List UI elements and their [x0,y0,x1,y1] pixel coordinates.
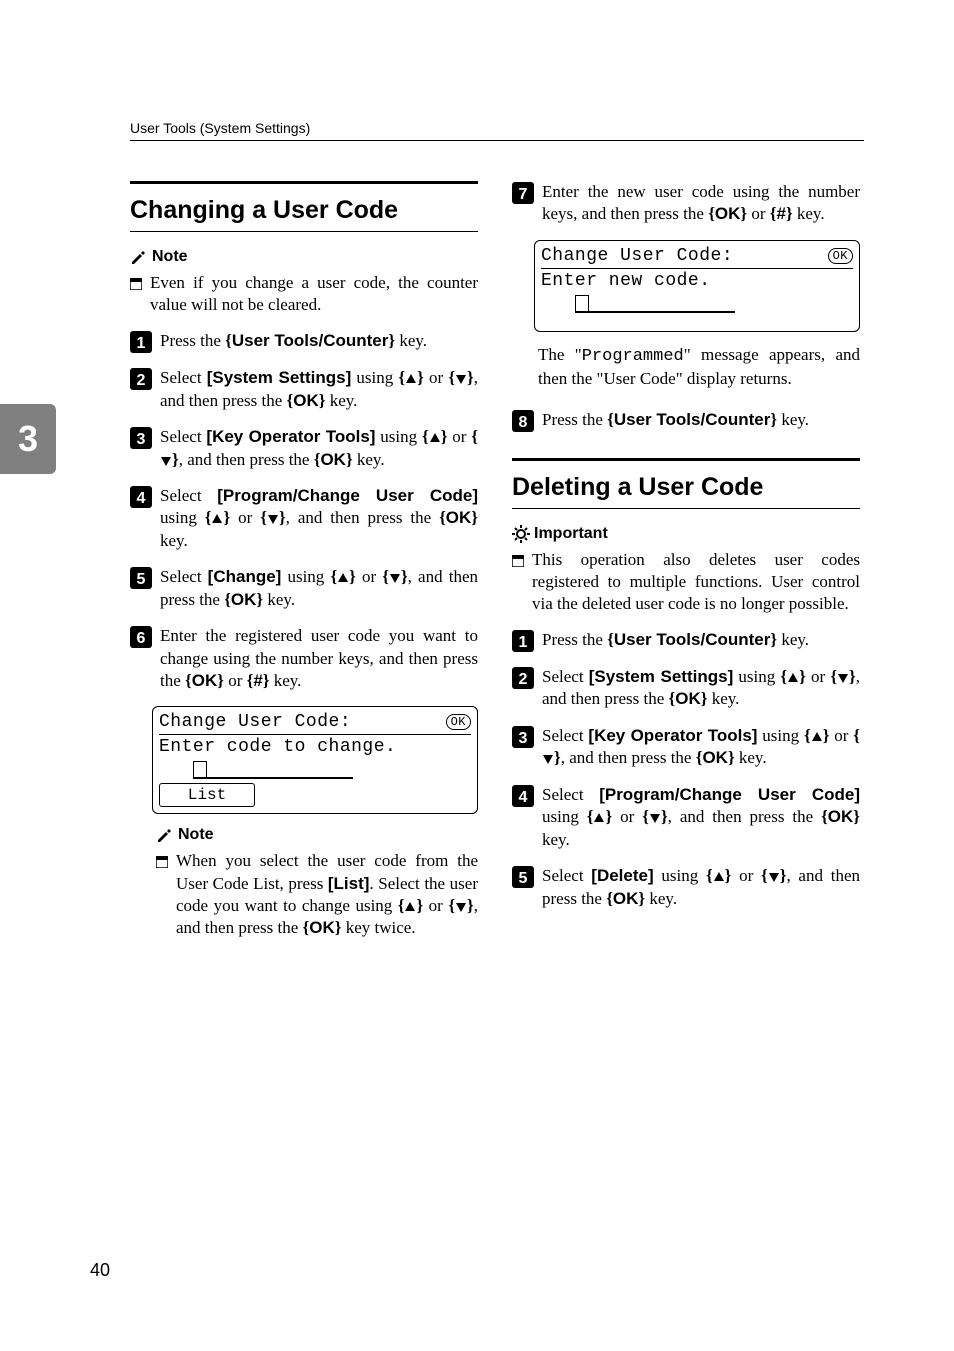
up-arrow-icon [404,900,416,914]
section-title-changing: Changing a User Code [130,181,478,232]
down-arrow-icon [542,752,554,766]
step-badge-5: 5 [130,566,152,611]
delete-step-1-text: Press the {User Tools/Counter} key. [542,629,860,652]
step-badge-4: 4 [512,784,534,851]
svg-text:8: 8 [519,414,528,431]
svg-text:2: 2 [519,671,528,688]
gear-icon [512,525,530,543]
step-3-text: Select [Key Operator Tools] using {} or … [160,426,478,471]
pencil-icon [156,826,174,844]
up-arrow-icon [787,671,799,685]
down-arrow-icon [837,671,849,685]
svg-text:5: 5 [137,571,146,588]
step-badge-2: 2 [130,367,152,412]
up-arrow-icon [811,730,823,744]
step-2-text: Select [System Settings] using {} or {},… [160,367,478,412]
step-badge-6: 6 [130,625,152,692]
lcd-cursor [193,761,207,779]
sub-note-label: Note [178,826,214,844]
step-badge-2: 2 [512,666,534,711]
svg-text:4: 4 [519,789,528,806]
lcd-input-line [575,297,735,313]
lcd-screen-new-code: Change User Code: OK Enter new code. [534,240,860,332]
note-label: Note [152,248,188,266]
lcd-ok-indicator: OK [828,248,853,264]
lcd-input-line [193,763,353,779]
step-8-text: Press the {User Tools/Counter} key. [542,409,860,432]
right-column: 7 Enter the new user code using the numb… [512,181,860,953]
up-arrow-icon [337,571,349,585]
bullet-icon [130,272,142,316]
delete-step-2-text: Select [System Settings] using {} or {},… [542,666,860,711]
lcd-title: Change User Code: [541,246,733,266]
delete-step-5-text: Select [Delete] using {} or {}, and then… [542,865,860,910]
note-text: Even if you change a user code, the coun… [150,272,478,316]
lcd-ok-indicator: OK [446,714,471,730]
step-badge-4: 4 [130,485,152,552]
step-badge-1: 1 [512,629,534,652]
up-arrow-icon [211,512,223,526]
lcd-title: Change User Code: [159,712,351,732]
up-arrow-icon [429,431,441,445]
bullet-icon [156,850,168,938]
left-column: Changing a User Code Note Even if you ch… [130,181,478,953]
down-arrow-icon [267,512,279,526]
sub-note-text: When you select the user code from the U… [176,850,478,938]
lcd-line2: Enter new code. [541,269,853,291]
running-head: User Tools (System Settings) [130,120,864,141]
lcd-screen-change-code: Change User Code: OK Enter code to chang… [152,706,478,814]
sub-note-heading: Note [156,826,478,844]
svg-text:2: 2 [137,372,146,389]
step-7-text: Enter the new user code using the number… [542,181,860,226]
delete-step-4-text: Select [Program/Change User Code] using … [542,784,860,851]
page-number: 40 [90,1260,110,1281]
svg-text:6: 6 [137,630,146,647]
bullet-icon [512,549,524,615]
svg-text:1: 1 [137,335,146,352]
important-label: Important [534,525,608,543]
down-arrow-icon [649,811,661,825]
chapter-tab: 3 [0,404,56,474]
svg-text:4: 4 [137,490,146,507]
delete-step-3-text: Select [Key Operator Tools] using {} or … [542,725,860,770]
after-screen-text: The "Programmed" message appears, and th… [538,344,860,391]
step-5-text: Select [Change] using {} or {}, and then… [160,566,478,611]
down-arrow-icon [768,870,780,884]
step-badge-1: 1 [130,330,152,353]
svg-text:3: 3 [137,431,146,448]
svg-text:1: 1 [519,634,528,651]
step-4-text: Select [Program/Change User Code] using … [160,485,478,552]
svg-text:7: 7 [519,186,528,203]
down-arrow-icon [160,454,172,468]
lcd-softkey-list: List [159,783,255,807]
down-arrow-icon [455,372,467,386]
step-badge-7: 7 [512,181,534,226]
step-1-text: Press the {User Tools/Counter} key. [160,330,478,353]
down-arrow-icon [389,571,401,585]
svg-text:3: 3 [519,730,528,747]
pencil-icon [130,248,148,266]
step-badge-5: 5 [512,865,534,910]
up-arrow-icon [713,870,725,884]
svg-text:5: 5 [519,870,528,887]
up-arrow-icon [593,811,605,825]
step-6-text: Enter the registered user code you want … [160,625,478,692]
lcd-cursor [575,295,589,313]
up-arrow-icon [405,372,417,386]
important-text: This operation also deletes user codes r… [532,549,860,615]
step-badge-3: 3 [130,426,152,471]
down-arrow-icon [455,900,467,914]
section-title-deleting: Deleting a User Code [512,458,860,509]
important-heading: Important [512,525,860,543]
step-badge-8: 8 [512,409,534,432]
lcd-line2: Enter code to change. [159,735,471,757]
note-heading: Note [130,248,478,266]
step-badge-3: 3 [512,725,534,770]
